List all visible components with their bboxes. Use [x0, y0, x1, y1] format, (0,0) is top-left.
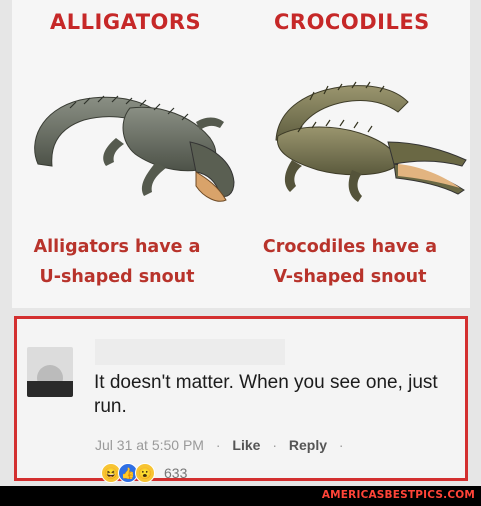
site-watermark: AMERICASBESTPICS.COM: [321, 489, 475, 501]
alligator-image: [34, 95, 235, 202]
reaction-count: 633: [164, 465, 188, 481]
wow-icon: 😮: [135, 463, 155, 483]
separator-dot: ·: [215, 437, 221, 453]
reactions-summary[interactable]: 😆 👍 😮 633: [101, 463, 187, 483]
separator-dot: ·: [272, 437, 277, 453]
crocodiles-title: CROCODILES: [274, 10, 430, 34]
crocodile-caption: Crocodiles have a V-shaped snout: [250, 232, 450, 292]
meme-screenshot: ALLIGATORS CROCODILES Alligators have a …: [0, 0, 481, 506]
reply-link[interactable]: Reply: [289, 437, 327, 453]
crocodile-caption-line2: V-shaped snout: [273, 267, 427, 287]
alligator-caption: Alligators have a U-shaped snout: [17, 232, 217, 292]
alligator-caption-line2: U-shaped snout: [39, 267, 195, 287]
crocodile-caption-line1: Crocodiles have a: [262, 237, 438, 257]
meme-image: ALLIGATORS CROCODILES Alligators have a …: [12, 0, 470, 308]
avatar[interactable]: [27, 347, 73, 397]
alligators-title: ALLIGATORS: [50, 10, 202, 34]
comment-text: It doesn't matter. When you see one, jus…: [94, 372, 438, 417]
comment-card: It doesn't matter. When you see one, jus…: [14, 316, 468, 483]
alligator-caption-line1: Alligators have a: [33, 237, 201, 257]
watermark-bar: AMERICASBESTPICS.COM: [0, 486, 481, 506]
crocodile-image: [275, 81, 467, 202]
redacted-username: [95, 339, 285, 365]
separator-dot: ·: [338, 437, 344, 453]
like-link[interactable]: Like: [232, 437, 260, 453]
comment-meta: Jul 31 at 5:50 PM · Like · Reply ·: [95, 437, 352, 453]
comment-timestamp[interactable]: Jul 31 at 5:50 PM: [95, 437, 204, 453]
